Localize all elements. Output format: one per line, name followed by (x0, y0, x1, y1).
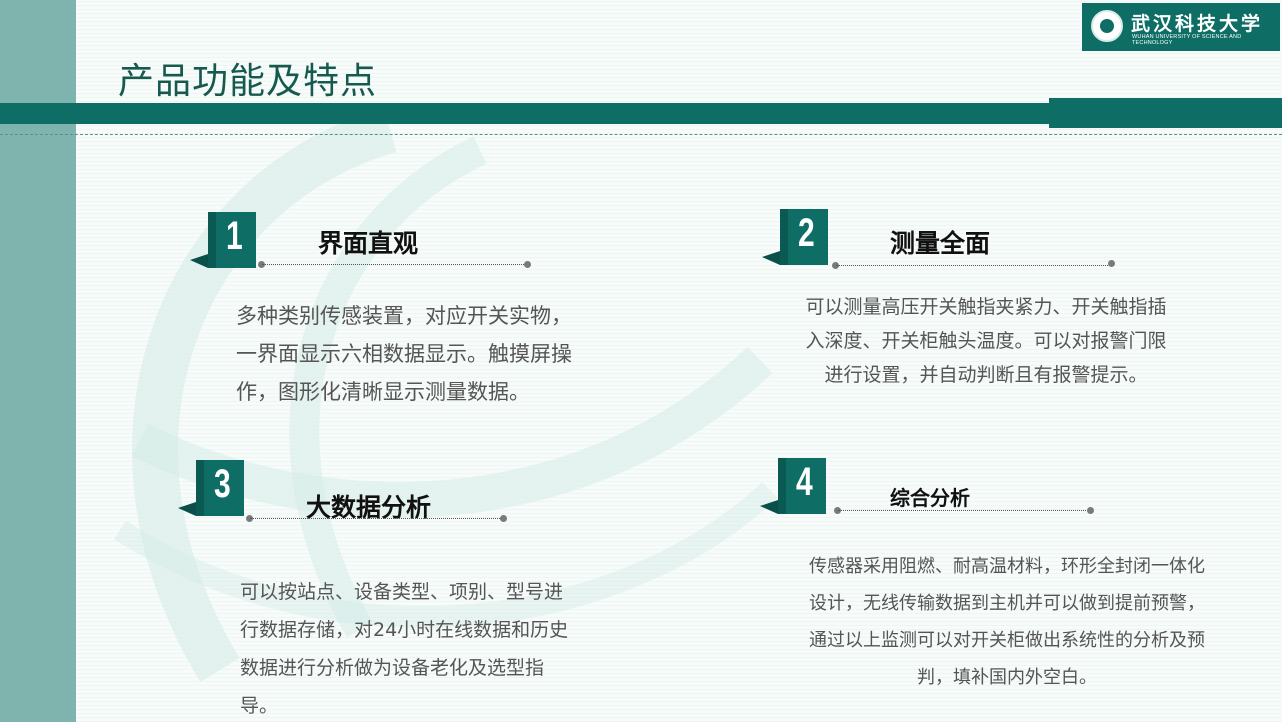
feature-1-description: 多种类别传感装置，对应开关实物，一界面显示六相数据显示。触摸屏操作，图形化清晰显… (236, 304, 572, 404)
feature-3-line-end-dot (500, 515, 507, 522)
feature-3-description: 可以按站点、设备类型、项别、型号进行数据存储，对24小时在线数据和历史数据进行分… (240, 581, 569, 717)
feature-3-underline (250, 518, 504, 519)
university-seal-icon (1091, 10, 1123, 42)
feature-2-badge: 2 (762, 207, 832, 267)
feature-3-number: 3 (214, 462, 231, 506)
logo-name-cn: 武汉科技大学 (1131, 13, 1264, 35)
feature-1-badge: 1 (190, 210, 260, 270)
header-divider (0, 134, 1282, 135)
feature-4-line-end-dot (1087, 507, 1094, 514)
feature-4-description: 传感器采用阻燃、耐高温材料，环形全封闭一体化设计，无线传输数据到主机并可以做到提… (809, 556, 1205, 688)
feature-4-underline (838, 510, 1090, 511)
feature-2-heading: 测量全面 (890, 229, 991, 258)
feature-2-line-end-dot (1108, 260, 1115, 267)
feature-4-badge: 4 (760, 456, 830, 516)
feature-1-heading: 界面直观 (318, 229, 419, 258)
feature-2-number: 2 (798, 211, 815, 255)
feature-3-badge: 3 (178, 458, 248, 518)
university-logo: 武汉科技大学 WUHAN UNIVERSITY OF SCIENCE AND T… (1082, 3, 1280, 51)
feature-2-underline (836, 265, 1112, 266)
feature-4-heading: 综合分析 (890, 486, 970, 510)
logo-name-en: WUHAN UNIVERSITY OF SCIENCE AND TECHNOLO… (1132, 34, 1242, 46)
page-title: 产品功能及特点 (118, 61, 378, 102)
slide: 产品功能及特点 武汉科技大学 WUHAN UNIVERSITY OF SCIEN… (0, 0, 1282, 722)
feature-1-number: 1 (226, 214, 243, 258)
header-bar-extension (1049, 98, 1282, 128)
feature-2-description: 可以测量高压开关触指夹紧力、开关触指插入深度、开关柜触头温度。可以对报警门限进行… (805, 296, 1167, 386)
feature-4-number: 4 (796, 460, 813, 504)
feature-1-line-end-dot (524, 261, 531, 268)
feature-1-underline (262, 264, 528, 265)
